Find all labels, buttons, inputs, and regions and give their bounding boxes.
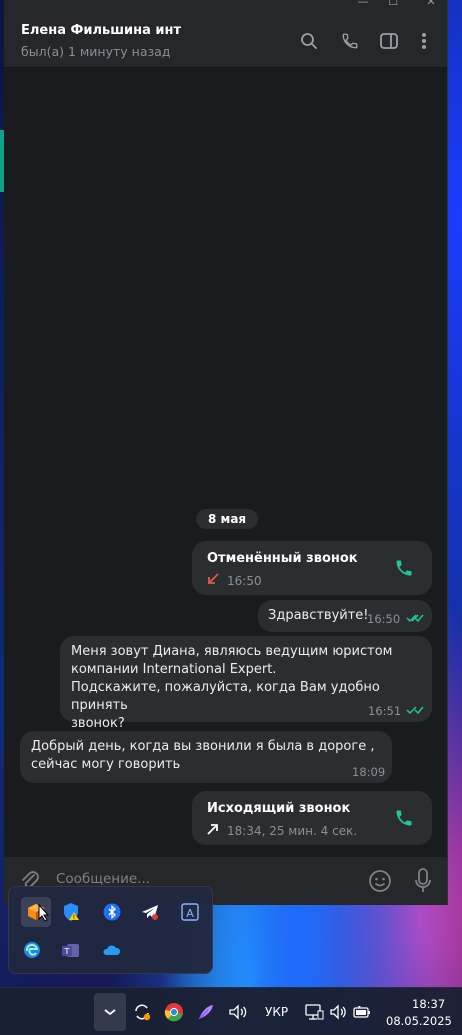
sidebar-toggle-icon[interactable] (378, 30, 400, 52)
bluetooth-icon[interactable] (97, 897, 127, 927)
clock-time[interactable]: 18:37 (412, 997, 445, 1011)
teams-icon[interactable]: T (56, 935, 86, 965)
message-bubble-reply[interactable]: Добрый день, когда вы звонили я была в д… (20, 731, 392, 783)
outgoing-call-arrow-icon (207, 824, 218, 835)
message-line: компании International Expert. (71, 662, 277, 677)
security-warning-icon[interactable]: ! (56, 897, 86, 927)
read-ticks-icon (406, 614, 424, 623)
telegram-icon[interactable] (135, 897, 165, 927)
close-button[interactable]: ✕ (416, 0, 446, 10)
chrome-icon[interactable] (158, 996, 190, 1028)
svg-text:!: ! (73, 914, 75, 921)
contact-name[interactable]: Елена Фильшина инт (21, 23, 181, 38)
call-outgoing-message[interactable]: Исходящий звонок 18:34, 25 мин. 4 сек. (192, 791, 432, 845)
message-bubble-intro[interactable]: Меня зовут Диана, являюсь ведущим юристо… (60, 636, 432, 731)
contact-status: был(а) 1 минуту назад (21, 44, 171, 59)
call-back-phone-icon[interactable] (394, 558, 414, 578)
search-icon[interactable] (298, 30, 320, 52)
maximize-button[interactable]: ☐ (378, 0, 408, 10)
message-line: Добрый день, когда вы звонили я была в д… (31, 739, 375, 754)
mouse-cursor-icon (38, 904, 50, 922)
taskbar: УКР 18:37 08.05.2025 (0, 987, 462, 1035)
input-language[interactable]: УКР (265, 1005, 288, 1019)
emoji-icon[interactable] (368, 869, 392, 893)
text-input-icon[interactable]: A (175, 897, 205, 927)
svg-text:A: A (186, 907, 194, 920)
edge-icon[interactable] (17, 935, 47, 965)
phone-icon[interactable] (339, 30, 361, 52)
message-list[interactable]: 8 мая Отменённый звонок 16:50 Здравствуй… (4, 68, 447, 857)
onedrive-icon[interactable] (96, 935, 126, 965)
chevron-up-icon (104, 1009, 116, 1016)
message-time: 16:51 (368, 704, 402, 718)
title-bar: — ☐ ✕ (4, 0, 447, 10)
call-again-phone-icon[interactable] (394, 808, 414, 828)
call-cancelled-title: Отменённый звонок (207, 551, 358, 566)
sync-icon[interactable] (126, 996, 158, 1028)
minimize-button[interactable]: — (348, 0, 378, 10)
message-bubble-hello[interactable]: Здравствуйте! 16:50 (258, 600, 432, 632)
message-text: Здравствуйте! (268, 608, 369, 623)
missed-call-arrow-icon (208, 573, 219, 584)
chat-header[interactable]: Елена Фильшина инт был(а) 1 минуту назад (4, 10, 447, 68)
battery-icon[interactable] (346, 996, 378, 1028)
telegram-window: — ☐ ✕ Елена Фильшина инт был(а) 1 минуту… (4, 0, 448, 905)
read-ticks-icon (406, 706, 424, 715)
microphone-icon[interactable] (414, 867, 432, 895)
message-input[interactable]: Сообщение... (56, 871, 150, 887)
svg-text:T: T (64, 947, 70, 956)
date-separator: 8 мая (196, 509, 259, 529)
clock-date[interactable]: 08.05.2025 (386, 1014, 452, 1028)
tray-overflow-flyout: ! A T (8, 886, 213, 974)
volume-icon[interactable] (222, 996, 254, 1028)
message-time: 18:09 (352, 765, 386, 779)
call-cancelled-time: 16:50 (227, 574, 262, 588)
message-line: Меня зовут Диана, являюсь ведущим юристо… (71, 644, 393, 659)
call-cancelled-message[interactable]: Отменённый звонок 16:50 (192, 541, 432, 595)
message-line: сейчас могу говорить (31, 757, 181, 772)
feather-icon[interactable] (190, 996, 222, 1028)
message-time: 16:50 (367, 612, 401, 626)
call-outgoing-details: 18:34, 25 мин. 4 сек. (227, 824, 358, 838)
call-outgoing-title: Исходящий звонок (207, 801, 351, 816)
more-icon[interactable] (413, 30, 435, 52)
message-text: Добрый день, когда вы звонили я была в д… (31, 738, 374, 774)
show-hidden-icons-button[interactable] (94, 993, 126, 1031)
